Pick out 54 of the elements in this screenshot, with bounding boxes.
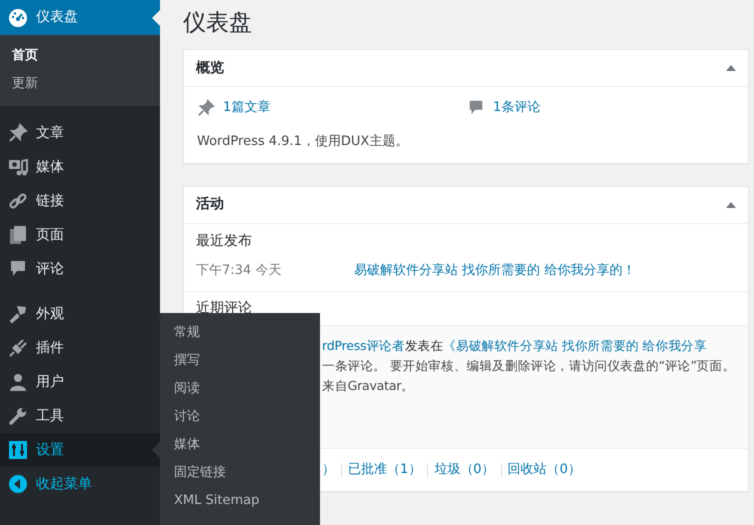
- submenu-item[interactable]: 首页: [0, 42, 160, 70]
- collapse-menu-button[interactable]: 收起菜单: [0, 467, 160, 501]
- flyout-item[interactable]: 讨论: [160, 403, 320, 431]
- version-text: WordPress 4.9.1，使用DUX主题。: [197, 133, 410, 151]
- sliders-icon: [8, 440, 28, 460]
- camera-music-icon: [8, 157, 28, 177]
- comment-link[interactable]: 《易破解软件分享站 找你所需要的 给你我分享: [443, 338, 707, 352]
- toggle-button[interactable]: [726, 65, 736, 71]
- comment-text: 来自Gravatar。: [322, 376, 416, 394]
- comment-link[interactable]: rdPress评论者: [322, 338, 405, 352]
- filter-link[interactable]: 垃圾（0）: [434, 460, 495, 480]
- filter-link[interactable]: ）: [322, 460, 335, 480]
- person-icon: [8, 372, 28, 392]
- menu-item[interactable]: 媒体: [0, 150, 160, 184]
- link-icon: [8, 191, 28, 211]
- flyout-item[interactable]: 撰写: [160, 347, 320, 375]
- comment-text: 发表在: [404, 338, 444, 352]
- speech-bubble-icon: [467, 99, 485, 117]
- toggle-button[interactable]: [726, 202, 736, 208]
- filter-link[interactable]: 回收站（0）: [508, 460, 581, 480]
- menu-item[interactable]: 评论: [0, 252, 160, 286]
- menu-item[interactable]: 用户: [0, 365, 160, 399]
- menu-item[interactable]: 插件: [0, 331, 160, 365]
- collapse-icon: [8, 474, 28, 494]
- stat-link[interactable]: 1条评论: [493, 98, 540, 118]
- pushpin-icon: [8, 123, 28, 143]
- menu-item[interactable]: 文章: [0, 116, 160, 150]
- menu-item[interactable]: 页面: [0, 218, 160, 252]
- pages-icon: [8, 225, 28, 245]
- flyout-item[interactable]: 常规: [160, 319, 320, 347]
- menu-item[interactable]: 链接: [0, 184, 160, 218]
- flyout-item[interactable]: 固定链接: [160, 459, 320, 487]
- gauge-icon: [8, 8, 28, 28]
- menu-item[interactable]: 外观: [0, 297, 160, 331]
- pointer-arrow: [152, 10, 160, 26]
- flyout-item[interactable]: 媒体: [160, 431, 320, 459]
- menu-item[interactable]: 工具: [0, 399, 160, 433]
- plug-icon: [8, 338, 28, 358]
- wrench-icon: [8, 406, 28, 426]
- card-title: 活动: [196, 196, 224, 213]
- paintbrush-icon: [8, 304, 28, 324]
- section-heading: 最近发布: [196, 232, 253, 250]
- menu-item[interactable]: 仪表盘: [0, 0, 160, 35]
- filter-link[interactable]: 已批准（1）: [348, 460, 422, 480]
- post-date: 下午7:34 今天: [196, 262, 282, 280]
- post-link[interactable]: 易破解软件分享站 找你所需要的 给你我分享的！: [354, 260, 636, 280]
- flyout-item[interactable]: XML Sitemap: [160, 487, 320, 515]
- card-title: 概览: [196, 60, 224, 76]
- flyout-item[interactable]: 阅读: [160, 375, 320, 403]
- page-title: 仪表盘: [183, 9, 253, 38]
- submenu-item[interactable]: 更新: [0, 70, 160, 98]
- comment-text: 一条评论。 要开始审核、编辑及删除评论，请访问仪表盘的“评论”页面。: [322, 356, 736, 374]
- stat-link[interactable]: 1篇文章: [223, 98, 270, 118]
- pushpin-icon: [197, 99, 215, 117]
